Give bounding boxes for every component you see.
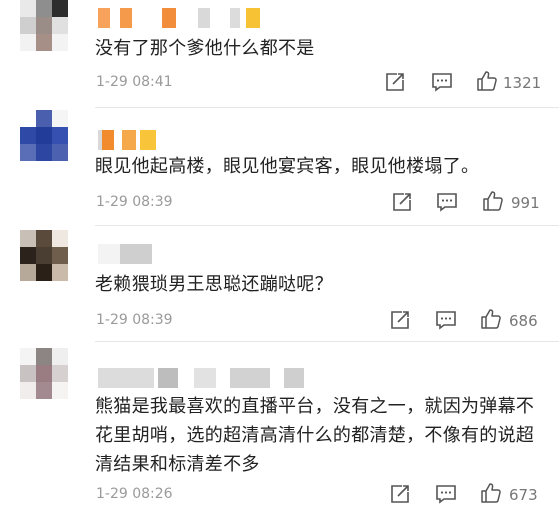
repost-icon[interactable] (384, 71, 406, 93)
comment-icon[interactable] (435, 309, 457, 331)
comment-text: 老赖猥琐男王思聪还蹦哒呢？ (95, 274, 333, 295)
comment-icon[interactable] (436, 191, 458, 213)
username-masked[interactable] (98, 8, 260, 28)
thumbs-up-icon[interactable] (480, 308, 502, 330)
like-count: 1321 (503, 74, 542, 92)
thumbs-up-icon[interactable] (482, 190, 504, 212)
repost-icon[interactable] (391, 191, 413, 213)
divider (95, 341, 559, 342)
comment-text: 熊猫是我最喜欢的直播平台，没有之一，就因为弹幕不花里胡哨，选的超清高清什么的都清… (95, 396, 535, 475)
avatar[interactable] (20, 348, 68, 416)
like-count: 991 (511, 194, 540, 212)
avatar[interactable] (20, 230, 68, 298)
username-masked[interactable] (98, 368, 304, 388)
comment-time: 1-29 08:26 (96, 486, 173, 502)
repost-icon[interactable] (389, 309, 411, 331)
divider (95, 107, 559, 108)
comment-time: 1-29 08:39 (96, 312, 173, 328)
username-masked[interactable] (98, 130, 156, 150)
repost-icon[interactable] (389, 483, 411, 505)
comment-list: 没有了那个爹他什么都不是 1-29 08:41 1321 眼见他起高楼，眼见他宴… (0, 0, 559, 506)
comment-icon[interactable] (435, 483, 457, 505)
username-masked[interactable] (98, 244, 152, 264)
thumbs-up-icon[interactable] (476, 70, 498, 92)
avatar[interactable] (20, 0, 68, 68)
thumbs-up-icon[interactable] (480, 482, 502, 504)
comment-text: 眼见他起高楼，眼见他宴宾客，眼见他楼塌了。 (95, 156, 480, 177)
like-count: 686 (509, 312, 538, 330)
comment-time: 1-29 08:39 (96, 194, 173, 210)
comment-text: 没有了那个爹他什么都不是 (95, 38, 315, 59)
avatar[interactable] (20, 110, 68, 178)
divider (95, 225, 559, 226)
comment-icon[interactable] (431, 71, 453, 93)
like-count: 673 (509, 486, 538, 504)
comment-time: 1-29 08:41 (96, 74, 173, 90)
